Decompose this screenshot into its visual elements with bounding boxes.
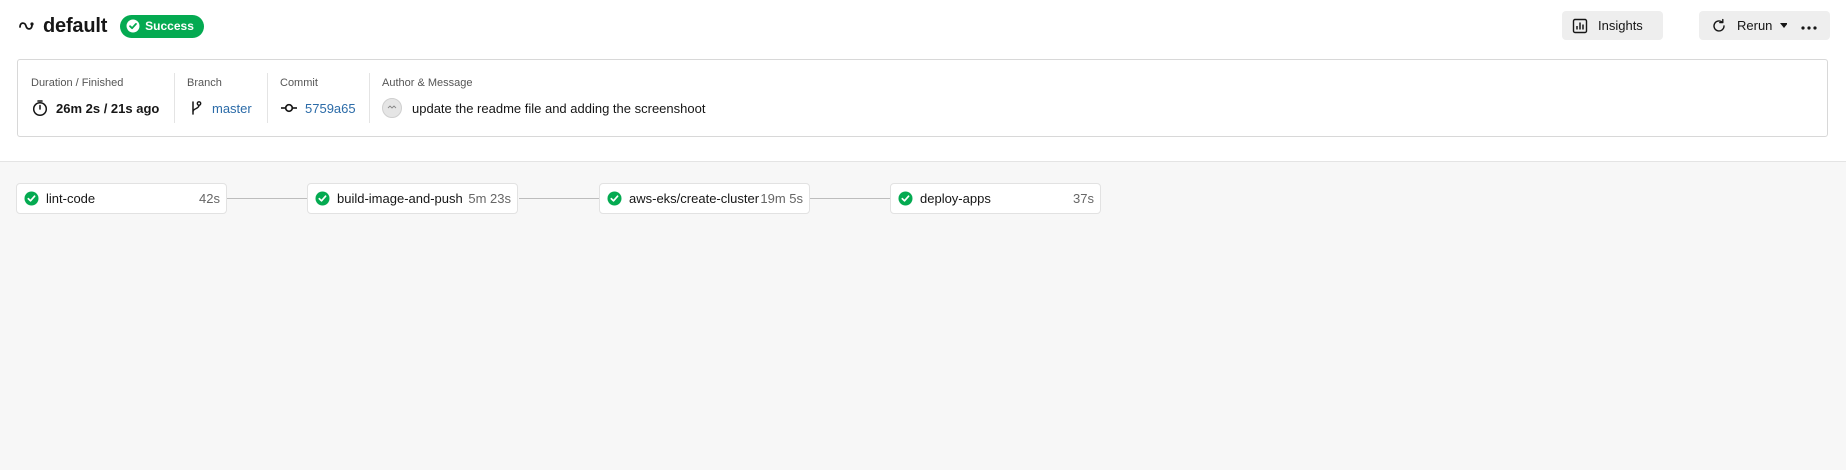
job-card[interactable]: aws-eks/create-cluster 19m 5s — [599, 183, 810, 214]
stopwatch-icon — [31, 99, 49, 117]
commit-section: Commit 5759a65 — [267, 60, 369, 136]
duration-section: Duration / Finished 26m 2s / 21s ago — [18, 60, 174, 136]
status-badge: Success — [120, 14, 204, 38]
job-duration: 5m 23s — [468, 191, 511, 206]
branch-label: Branch — [187, 77, 222, 89]
job-duration: 42s — [199, 191, 220, 206]
bar-chart-icon — [1572, 18, 1588, 34]
duration-label: Duration / Finished — [31, 77, 124, 89]
commit-message: update the readme file and adding the sc… — [412, 100, 706, 116]
check-circle-icon — [126, 19, 140, 33]
workflow-title: default — [43, 14, 108, 37]
author-message-row: update the readme file and adding the sc… — [382, 98, 969, 118]
git-branch-icon — [187, 99, 205, 117]
pipeline-graph: lint-code 42s build-image-and-push 5m 23… — [0, 162, 1846, 470]
success-check-icon — [315, 191, 330, 206]
success-check-icon — [607, 191, 622, 206]
rerun-button[interactable]: Rerun — [1699, 11, 1796, 40]
more-icon — [1800, 18, 1817, 33]
author-avatar[interactable] — [382, 98, 402, 118]
job-card[interactable]: build-image-and-push 5m 23s — [307, 183, 518, 214]
refresh-icon — [1711, 18, 1727, 34]
rerun-label: Rerun — [1737, 18, 1773, 33]
job-name: deploy-apps — [920, 191, 991, 206]
author-message-label: Author & Message — [382, 77, 473, 89]
git-commit-icon — [280, 99, 298, 117]
duration-value: 26m 2s / 21s ago — [56, 100, 160, 116]
job-name: aws-eks/create-cluster — [629, 191, 760, 206]
job-card[interactable]: deploy-apps 37s — [890, 183, 1101, 214]
job-connector — [810, 198, 890, 199]
job-card[interactable]: lint-code 42s — [16, 183, 227, 214]
commit-value-row: 5759a65 — [280, 98, 369, 118]
branch-value-row: master — [187, 98, 267, 118]
workflow-header: default Success — [18, 12, 204, 40]
workflow-summary: Duration / Finished 26m 2s / 21s ago Bra… — [17, 59, 1828, 137]
more-options-button[interactable] — [1787, 11, 1830, 40]
job-connector — [519, 198, 599, 199]
success-check-icon — [898, 191, 913, 206]
workflow-icon — [18, 17, 36, 35]
top-panel: default Success Insights Rerun Duration … — [0, 0, 1846, 162]
insights-label: Insights — [1598, 18, 1643, 33]
status-text: Success — [145, 19, 194, 33]
commit-link[interactable]: 5759a65 — [305, 101, 356, 116]
job-connector — [227, 198, 307, 199]
insights-button[interactable]: Insights — [1562, 11, 1663, 40]
duration-value-row: 26m 2s / 21s ago — [31, 98, 174, 118]
branch-section: Branch master — [174, 60, 267, 136]
success-check-icon — [24, 191, 39, 206]
job-name: lint-code — [46, 191, 96, 206]
branch-link[interactable]: master — [212, 101, 252, 116]
job-duration: 37s — [1073, 191, 1094, 206]
job-name: build-image-and-push — [337, 191, 463, 206]
commit-label: Commit — [280, 77, 318, 89]
author-message-section: Author & Message update the readme file … — [369, 60, 969, 136]
job-duration: 19m 5s — [760, 191, 803, 206]
